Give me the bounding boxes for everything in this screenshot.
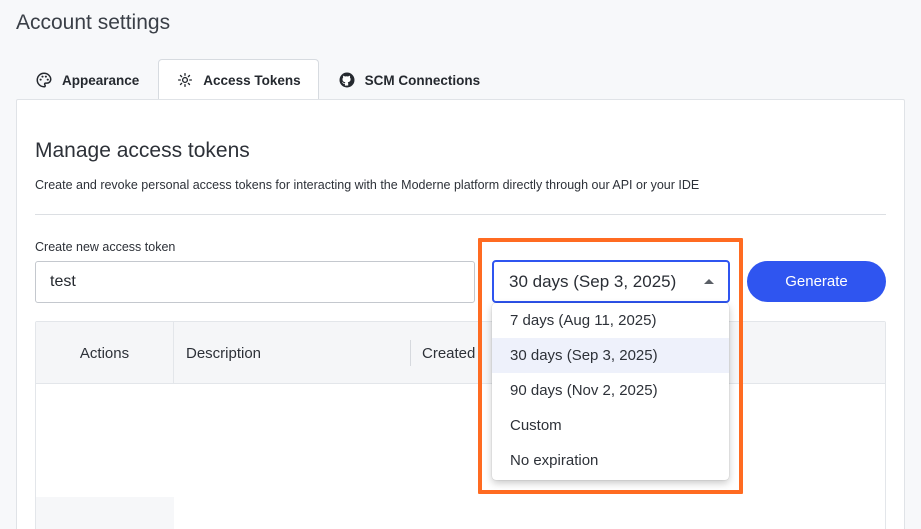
- caret-up-icon: [704, 279, 714, 284]
- column-header-actions[interactable]: Actions: [36, 322, 174, 384]
- table-header: Actions Description Created: [36, 322, 885, 384]
- option-7-days[interactable]: 7 days (Aug 11, 2025): [492, 303, 729, 338]
- option-30-days[interactable]: 30 days (Sep 3, 2025): [492, 338, 729, 373]
- generate-button[interactable]: Generate: [747, 261, 886, 302]
- page-title: Account settings: [16, 11, 171, 34]
- tab-scm-connections[interactable]: SCM Connections: [319, 59, 500, 100]
- token-name-label: Create new access token: [35, 240, 176, 254]
- token-name-input[interactable]: [35, 261, 475, 303]
- option-no-expiration[interactable]: No expiration: [492, 443, 729, 478]
- expiration-select-value: 30 days (Sep 3, 2025): [509, 271, 677, 291]
- tab-appearance[interactable]: Appearance: [16, 59, 158, 100]
- option-90-days[interactable]: 90 days (Nov 2, 2025): [492, 373, 729, 408]
- settings-tabs: Appearance Access Tokens SCM Connections: [16, 59, 500, 102]
- expiration-select[interactable]: 30 days (Sep 3, 2025): [492, 260, 730, 303]
- divider: [35, 214, 886, 215]
- column-header-description[interactable]: Description: [186, 322, 261, 384]
- account-settings-page: Account settings Appearance Access Token…: [0, 0, 921, 529]
- tab-scm-connections-label: SCM Connections: [364, 72, 481, 88]
- tab-appearance-label: Appearance: [62, 72, 140, 88]
- github-icon: [339, 72, 355, 88]
- section-description: Create and revoke personal access tokens…: [35, 178, 700, 192]
- column-separator[interactable]: [410, 340, 411, 366]
- palette-icon: [36, 72, 52, 88]
- table-row: [36, 497, 174, 529]
- access-tokens-panel: Manage access tokens Create and revoke p…: [16, 99, 905, 529]
- tokens-table: Actions Description Created: [35, 321, 886, 529]
- expiration-dropdown-menu: 7 days (Aug 11, 2025) 30 days (Sep 3, 20…: [492, 303, 729, 480]
- token-icon: [178, 72, 193, 88]
- column-header-created[interactable]: Created: [422, 322, 475, 384]
- tab-access-tokens[interactable]: Access Tokens: [158, 59, 319, 102]
- tab-access-tokens-label: Access Tokens: [203, 72, 301, 88]
- section-title: Manage access tokens: [35, 139, 250, 162]
- option-custom[interactable]: Custom: [492, 408, 729, 443]
